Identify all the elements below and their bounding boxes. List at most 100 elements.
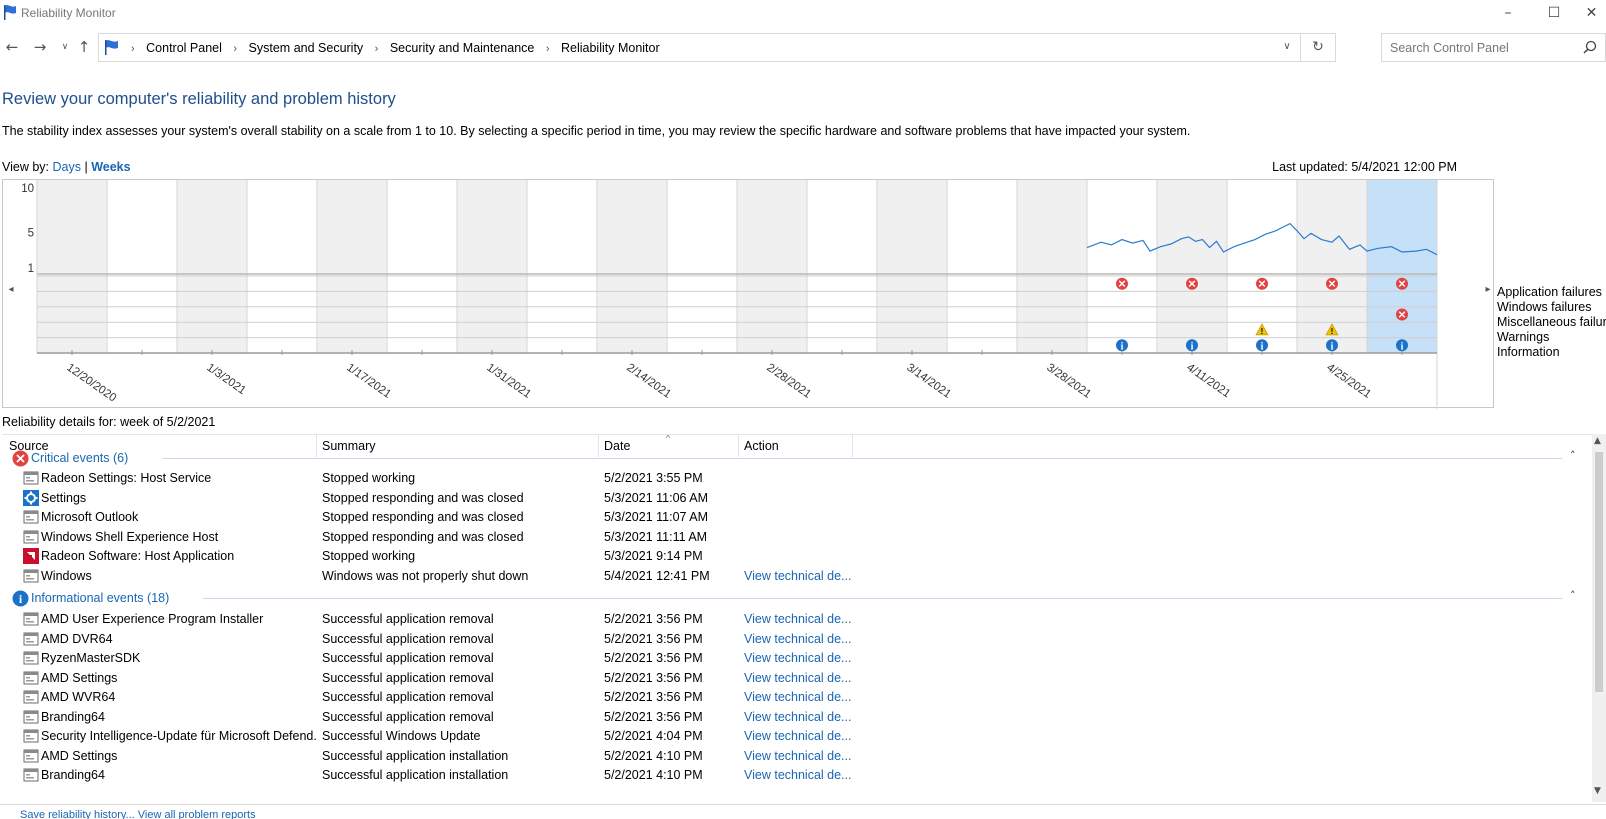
selected-week-column[interactable] bbox=[1367, 180, 1437, 353]
week-column[interactable] bbox=[317, 180, 387, 353]
footer-links[interactable]: Save reliability history... View all pro… bbox=[20, 809, 256, 819]
row-label-application-failures: Application failures bbox=[1497, 285, 1602, 299]
scroll-up-icon[interactable]: ▲ bbox=[1594, 436, 1601, 446]
breadcrumb-security-and-maintenance[interactable]: Security and Maintenance bbox=[390, 41, 535, 55]
collapse-chevron-up-icon[interactable]: ˄ bbox=[1570, 449, 1576, 462]
view-by: View by: Days | Weeks bbox=[2, 160, 131, 174]
view-days-link[interactable]: Days bbox=[53, 160, 81, 174]
view-technical-details-link[interactable]: View technical de... bbox=[744, 710, 854, 724]
radeon-icon bbox=[23, 548, 39, 564]
back-button[interactable]: ← bbox=[2, 37, 22, 57]
chevron-right-icon[interactable]: › bbox=[375, 43, 379, 55]
table-row[interactable]: Microsoft Outlook Stopped responding and … bbox=[2, 507, 1592, 527]
breadcrumb-reliability-monitor[interactable]: Reliability Monitor bbox=[561, 41, 660, 55]
table-row[interactable]: Radeon Settings: Host Service Stopped wor… bbox=[2, 468, 1592, 488]
table-row[interactable]: Security Intelligence-Update für Microso… bbox=[2, 726, 1592, 746]
table-row[interactable]: Radeon Software: Host Application Stopped… bbox=[2, 546, 1592, 566]
view-technical-details-link[interactable]: View technical de... bbox=[744, 671, 854, 685]
chevron-down-icon[interactable]: ∨ bbox=[1279, 39, 1295, 55]
chart-scroll-left-icon[interactable]: ◂ bbox=[8, 284, 13, 295]
chevron-right-icon[interactable]: › bbox=[233, 43, 237, 55]
table-row[interactable]: Windows Windows was not properly shut dow… bbox=[2, 566, 1592, 586]
scrollbar-thumb[interactable] bbox=[1595, 452, 1603, 692]
view-technical-details-link[interactable]: View technical de... bbox=[744, 612, 854, 626]
week-column[interactable] bbox=[247, 180, 317, 353]
info-mark: i bbox=[1401, 341, 1404, 352]
view-technical-details-link[interactable]: View technical de... bbox=[744, 632, 854, 646]
view-technical-details-link[interactable]: View technical de... bbox=[744, 749, 854, 763]
week-column[interactable] bbox=[387, 180, 457, 353]
row-date: 5/2/2021 3:56 PM bbox=[604, 651, 703, 665]
group-critical-events[interactable]: Critical events (6) ˄ bbox=[2, 448, 1592, 468]
table-row[interactable]: Branding64 Successful application install… bbox=[2, 765, 1592, 785]
minimize-button[interactable]: – bbox=[1485, 0, 1531, 26]
view-technical-details-link[interactable]: View technical de... bbox=[744, 569, 854, 583]
week-column[interactable] bbox=[527, 180, 597, 353]
row-summary: Successful application removal bbox=[322, 631, 494, 646]
x-date-label: 1/17/2021 bbox=[344, 362, 393, 401]
breadcrumb-control-panel[interactable]: Control Panel bbox=[146, 41, 222, 55]
row-date: 5/2/2021 3:55 PM bbox=[604, 471, 703, 485]
week-column[interactable] bbox=[877, 180, 947, 353]
table-row[interactable]: AMD Settings Successful application remov… bbox=[2, 668, 1592, 688]
divider bbox=[1300, 34, 1301, 61]
row-date: 5/3/2021 11:07 AM bbox=[604, 510, 709, 524]
row-date: 5/4/2021 12:41 PM bbox=[604, 568, 710, 583]
week-column[interactable] bbox=[667, 180, 737, 353]
up-button[interactable]: ↑ bbox=[74, 37, 94, 57]
view-technical-details-link[interactable]: View technical de... bbox=[744, 729, 854, 743]
group-divider bbox=[203, 598, 1562, 599]
week-column[interactable] bbox=[597, 180, 667, 353]
table-row[interactable]: Windows Shell Experience Host Stopped res… bbox=[2, 527, 1592, 547]
row-summary: Stopped working bbox=[322, 471, 416, 485]
week-column[interactable] bbox=[947, 180, 1017, 353]
table-row[interactable]: Settings Stopped responding and was close… bbox=[2, 488, 1592, 508]
table-row[interactable]: AMD User Experience Program Installer Suc… bbox=[2, 609, 1592, 629]
recent-locations-dropdown[interactable]: ∨ bbox=[55, 37, 75, 57]
collapse-chevron-up-icon[interactable]: ˄ bbox=[1570, 589, 1576, 602]
week-column[interactable] bbox=[737, 180, 807, 353]
forward-button[interactable]: → bbox=[30, 37, 50, 57]
group-informational-events[interactable]: i Informational events (18) ˄ bbox=[2, 588, 1592, 608]
week-column[interactable] bbox=[1017, 180, 1087, 353]
row-summary: Stopped working bbox=[322, 549, 416, 563]
close-button[interactable]: ✕ bbox=[1577, 0, 1606, 26]
x-date-label: 2/28/2021 bbox=[764, 362, 813, 401]
breadcrumb-system-and-security[interactable]: System and Security bbox=[249, 41, 364, 55]
week-column[interactable] bbox=[37, 180, 107, 353]
table-row[interactable]: Branding64 Successful application removal… bbox=[2, 707, 1592, 727]
table-row[interactable]: AMD DVR64 Successful application removal 5… bbox=[2, 629, 1592, 649]
view-technical-details-link[interactable]: View technical de... bbox=[744, 690, 854, 704]
error-icon bbox=[12, 450, 29, 467]
view-technical-details-link[interactable]: View technical de... bbox=[744, 651, 854, 665]
row-source: AMD Settings bbox=[41, 748, 118, 763]
row-source: AMD User Experience Program Installer bbox=[41, 612, 264, 626]
vertical-scrollbar[interactable]: ▲ ▼ bbox=[1592, 434, 1606, 802]
maximize-button[interactable]: ☐ bbox=[1531, 0, 1577, 26]
week-column[interactable] bbox=[1087, 180, 1157, 353]
view-weeks-link[interactable]: Weeks bbox=[91, 160, 130, 174]
flag-icon bbox=[4, 5, 16, 20]
address-bar[interactable]: › Control Panel › System and Security › … bbox=[98, 33, 1336, 62]
table-row[interactable]: RyzenMasterSDK Successful application rem… bbox=[2, 648, 1592, 668]
week-column[interactable] bbox=[177, 180, 247, 353]
view-technical-details-link[interactable]: View technical de... bbox=[744, 768, 854, 782]
week-column[interactable] bbox=[1157, 180, 1227, 353]
chart-scroll-right-icon[interactable]: ▸ bbox=[1485, 284, 1490, 295]
chart-svg[interactable]: 10 5 1! ! i i i i i 12/20/2020 1/3/2021 1/17/2021 1/… bbox=[3, 180, 1495, 409]
refresh-icon[interactable]: ↻ bbox=[1309, 38, 1327, 56]
chevron-right-icon[interactable]: › bbox=[546, 43, 550, 55]
row-summary: Successful application removal bbox=[322, 709, 494, 724]
table-row[interactable]: AMD WVR64 Successful application removal 5… bbox=[2, 687, 1592, 707]
search-icon[interactable] bbox=[1583, 40, 1597, 54]
table-row[interactable]: AMD Settings Successful application insta… bbox=[2, 746, 1592, 766]
reliability-chart[interactable]: 10 5 1!! i i i i i 12/20/2020 1/3/2021 1/17/2021 1/… bbox=[2, 179, 1495, 409]
week-column[interactable] bbox=[807, 180, 877, 353]
week-column[interactable] bbox=[107, 180, 177, 353]
row-summary: Stopped responding and was closed bbox=[322, 510, 524, 524]
search-input[interactable]: Search Control Panel bbox=[1381, 33, 1606, 62]
week-column[interactable] bbox=[457, 180, 527, 353]
info-icon: i bbox=[12, 590, 29, 607]
scroll-down-icon[interactable]: ▼ bbox=[1594, 786, 1601, 796]
row-summary: Successful Windows Update bbox=[322, 729, 481, 743]
